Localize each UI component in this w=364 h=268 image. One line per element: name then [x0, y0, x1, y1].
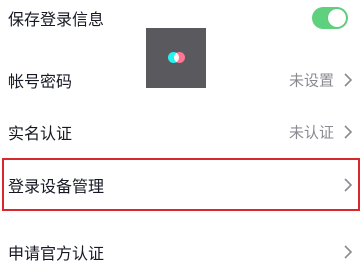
- row-real-name-verification[interactable]: 实名认证 未认证: [0, 106, 364, 158]
- save-login-toggle[interactable]: [312, 7, 348, 29]
- row-apply-official-verification[interactable]: 申请官方认证: [0, 226, 364, 268]
- row-label-account-password: 帐号密码: [8, 72, 73, 91]
- security-settings-screen: 保存登录信息 帐号密码 未设置 实名认证 未认证 登录设备管理 申请官方认证: [0, 0, 364, 268]
- real-name-status: 未认证: [288, 123, 334, 142]
- row-label-save-login-info: 保存登录信息: [8, 10, 105, 29]
- chevron-right-icon: [342, 72, 354, 88]
- row-label-apply-official-verification: 申请官方认证: [8, 244, 105, 263]
- highlight-box: [2, 158, 360, 211]
- app-logo-icon: [146, 28, 206, 88]
- account-password-status: 未设置: [288, 71, 334, 90]
- chevron-right-icon: [342, 244, 354, 260]
- toggle-knob: [328, 9, 346, 27]
- chevron-right-icon: [342, 124, 354, 140]
- logo-dot-red: [174, 52, 185, 63]
- row-label-real-name-verification: 实名认证: [8, 124, 73, 143]
